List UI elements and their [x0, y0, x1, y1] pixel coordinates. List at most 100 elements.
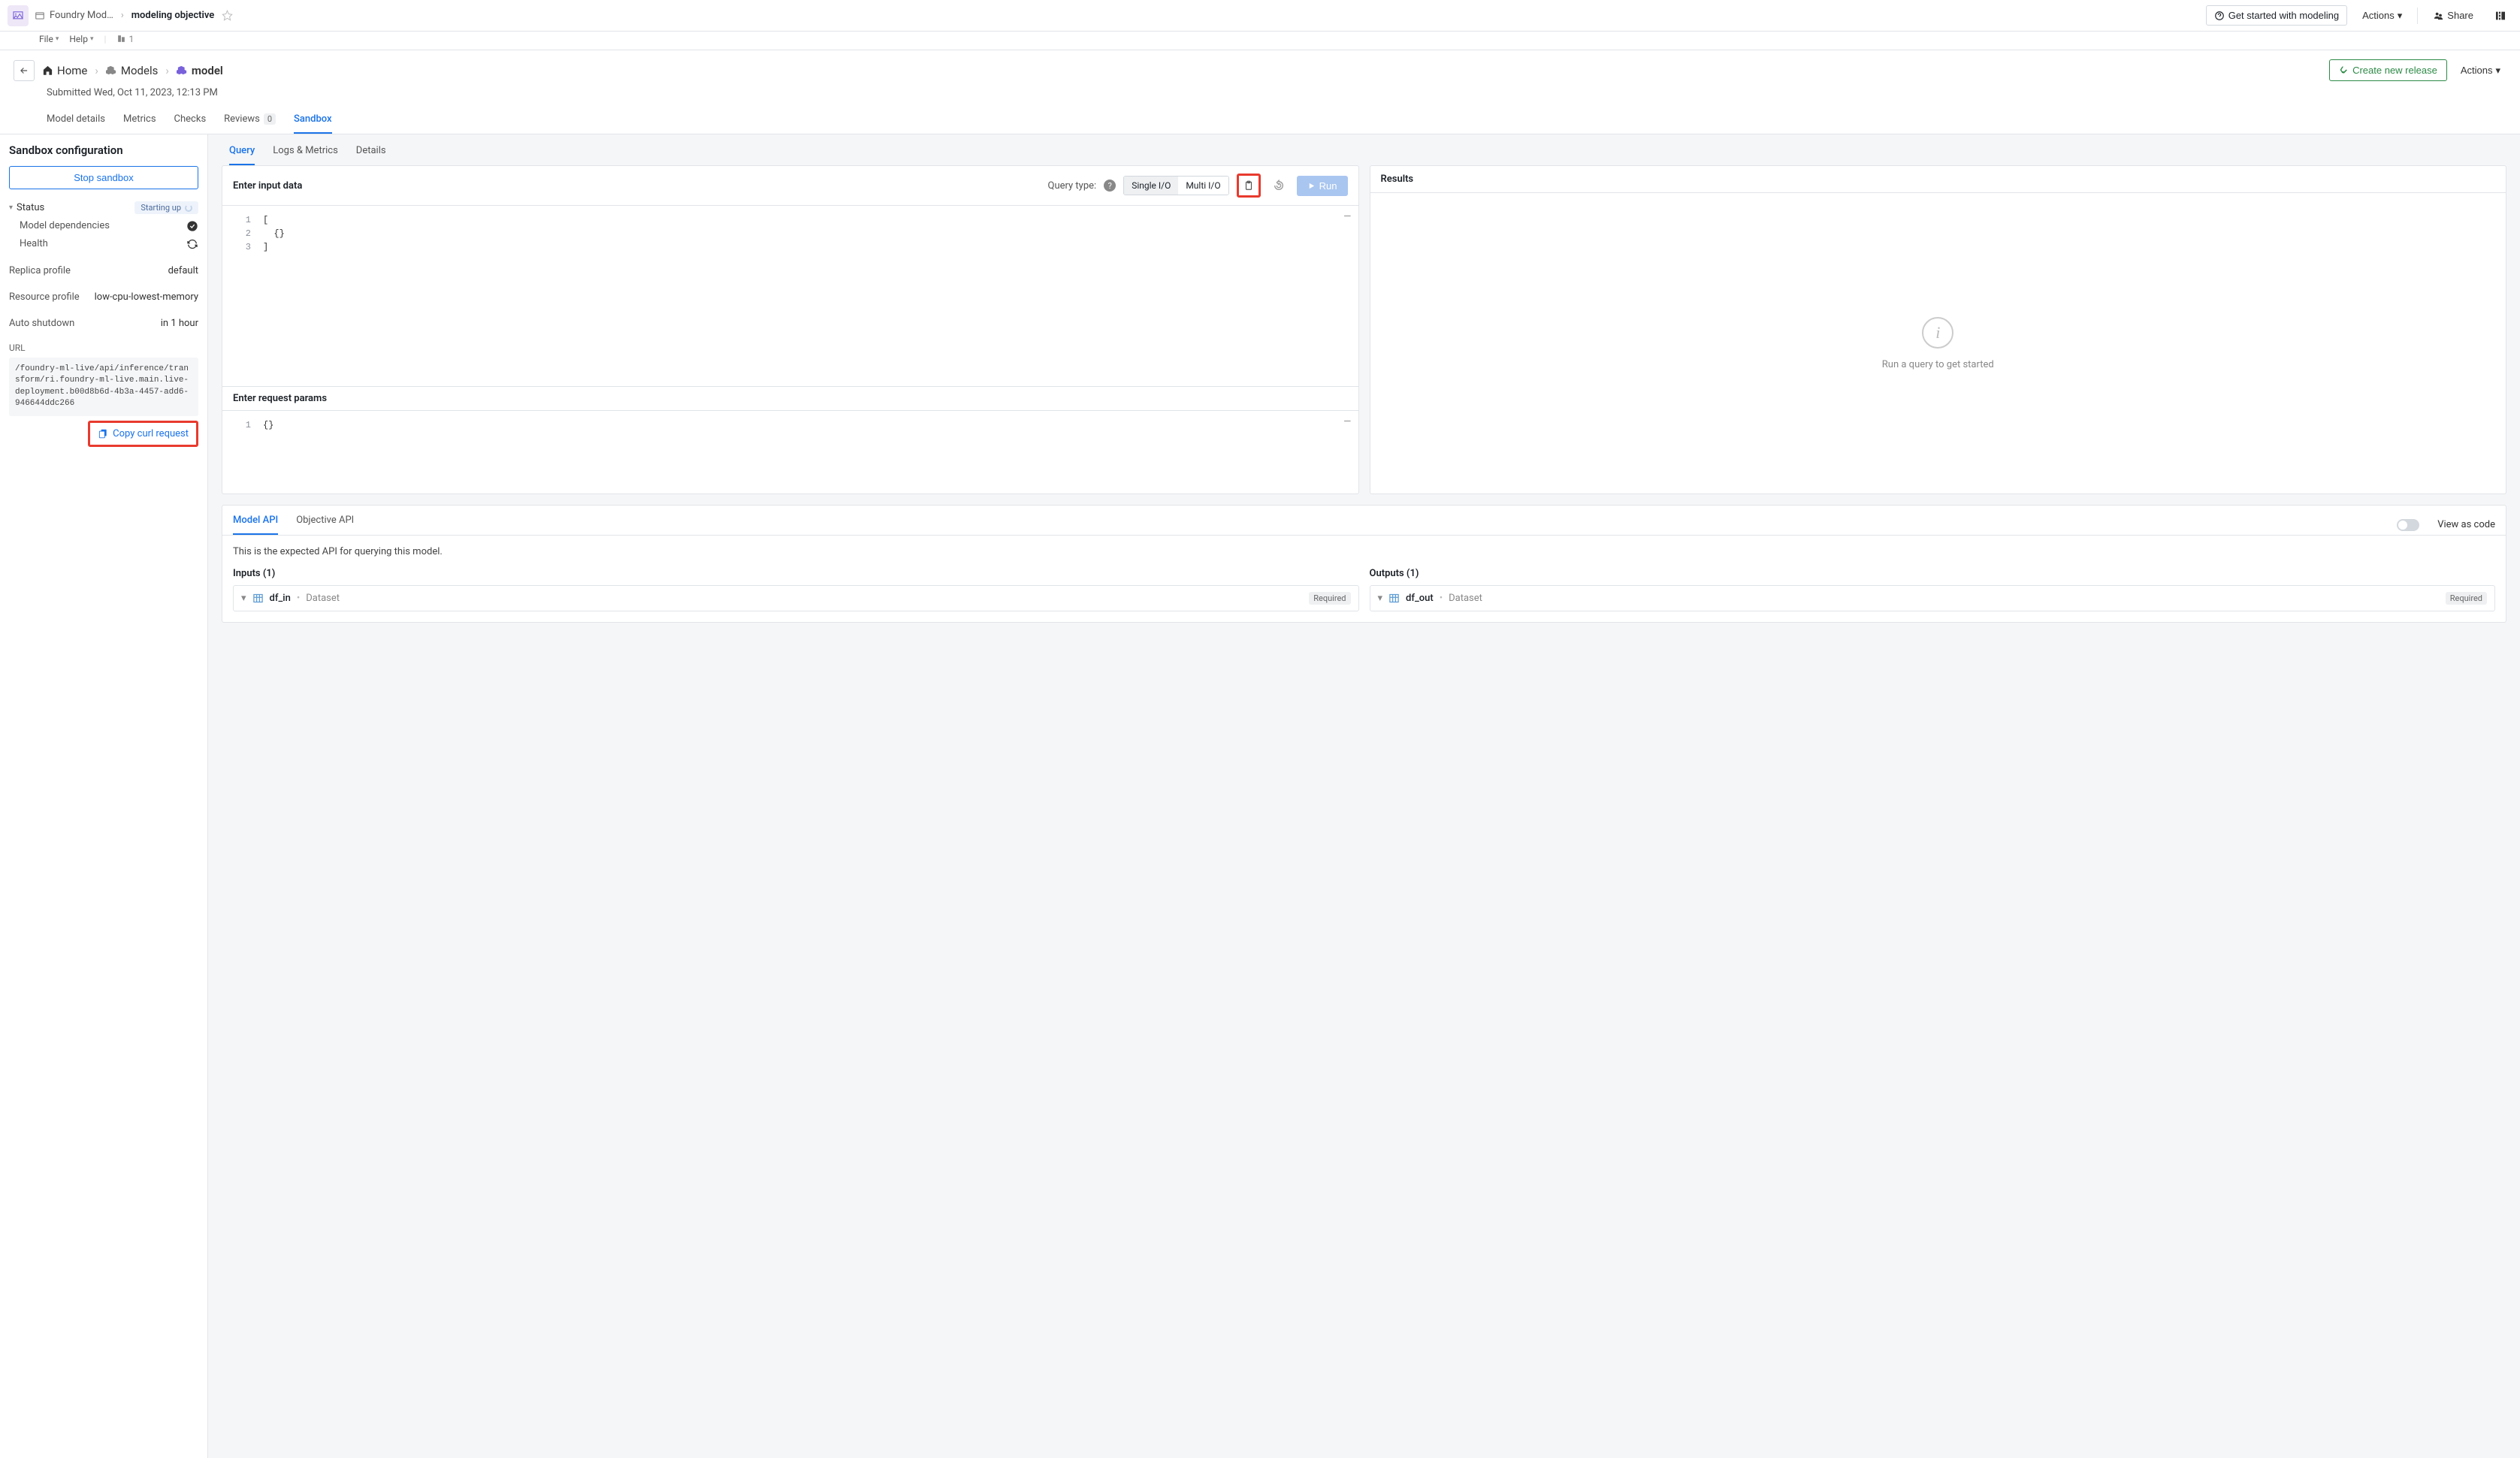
page-header: Home › Models › model Create new release…	[0, 50, 2520, 134]
chevron-down-icon[interactable]: ▾	[241, 593, 246, 604]
breadcrumb-secondary: Home › Models › model	[42, 64, 2322, 77]
main-content: Query Logs & Metrics Details Enter input…	[208, 134, 2520, 1458]
code-content[interactable]: {}	[258, 411, 278, 494]
results-title: Results	[1381, 174, 2496, 185]
sidebar-title: Sandbox configuration	[9, 143, 198, 157]
chevron-down-icon: ▾	[9, 204, 13, 212]
main-tab-logs[interactable]: Logs & Metrics	[273, 145, 338, 165]
api-description: This is the expected API for querying th…	[222, 535, 2506, 568]
chevron-down-icon: ▾	[2495, 65, 2500, 77]
breadcrumb-top: Foundry Mod… › modeling objective	[35, 10, 233, 21]
header-tabs: Model details Metrics Checks Reviews 0 S…	[14, 109, 2506, 134]
tab-checks[interactable]: Checks	[174, 109, 207, 134]
kv-health: Health	[9, 232, 198, 250]
back-button[interactable]	[14, 60, 35, 81]
star-icon[interactable]	[222, 10, 233, 21]
clipboard-button[interactable]	[1237, 174, 1261, 198]
folder-icon	[35, 11, 45, 21]
header-actions-dropdown[interactable]: Actions ▾	[2455, 61, 2506, 80]
dataset-icon	[1388, 593, 1400, 604]
query-type-label: Query type:	[1048, 180, 1097, 192]
code-content[interactable]: [ {} ]	[258, 206, 289, 386]
fold-icon[interactable]: —	[1344, 210, 1350, 222]
fold-icon[interactable]: —	[1344, 415, 1350, 427]
url-value[interactable]: /foundry-ml-live/api/inference/transform…	[9, 358, 198, 416]
org-indicator[interactable]: 1	[116, 34, 134, 44]
stop-sandbox-button[interactable]: Stop sandbox	[9, 166, 198, 189]
breadcrumb-home[interactable]: Home	[42, 64, 87, 77]
output-item[interactable]: ▾ df_out • Dataset Required	[1370, 585, 2496, 611]
tab-metrics[interactable]: Metrics	[123, 109, 156, 134]
app-icon[interactable]	[8, 5, 29, 26]
input-item[interactable]: ▾ df_in • Dataset Required	[233, 585, 1359, 611]
chevron-down-icon: ▾	[90, 35, 94, 43]
input-data-editor[interactable]: 123 [ {} ] —	[222, 206, 1358, 386]
file-menu[interactable]: File▾	[39, 34, 59, 44]
inputs-heading: Inputs (1)	[233, 568, 1359, 579]
chevron-down-icon: ▾	[2398, 10, 2403, 22]
actions-dropdown[interactable]: Actions ▾	[2356, 6, 2408, 26]
sidebar: Sandbox configuration Stop sandbox ▾Stat…	[0, 134, 208, 1458]
help-icon[interactable]: ?	[1104, 180, 1116, 192]
panel-toggle-icon[interactable]	[2488, 6, 2512, 26]
main-tabs: Query Logs & Metrics Details	[222, 134, 2506, 165]
api-tab-objective[interactable]: Objective API	[296, 515, 354, 535]
chevron-down-icon[interactable]: ▾	[1378, 593, 1383, 604]
tab-model-details[interactable]: Model details	[47, 109, 105, 134]
required-badge: Required	[1309, 592, 1350, 605]
main-tab-query[interactable]: Query	[229, 145, 255, 165]
request-params-title: Enter request params	[222, 386, 1358, 411]
tab-reviews[interactable]: Reviews 0	[224, 109, 276, 134]
query-card: Enter input data Query type: ? Single I/…	[222, 165, 1359, 494]
chevron-right-icon: ›	[95, 64, 98, 77]
api-card: Model API Objective API View as code Thi…	[222, 505, 2506, 623]
query-type-segmented: Single I/O Multi I/O	[1123, 176, 1228, 195]
submitted-timestamp: Submitted Wed, Oct 11, 2023, 12:13 PM	[14, 81, 2506, 109]
info-icon: i	[1922, 317, 1953, 349]
breadcrumb-models[interactable]: Models	[106, 64, 158, 77]
breadcrumb-current[interactable]: modeling objective	[131, 10, 215, 21]
copy-curl-button[interactable]: Copy curl request	[88, 421, 198, 447]
get-started-button[interactable]: Get started with modeling	[2206, 5, 2347, 26]
chevron-right-icon: ›	[165, 64, 169, 77]
status-chip: Starting up	[134, 201, 198, 214]
get-started-label: Get started with modeling	[2228, 10, 2339, 21]
kv-resource-profile: Resource profile low-cpu-lowest-memory	[9, 285, 198, 303]
main-tab-details[interactable]: Details	[356, 145, 386, 165]
menubar: File▾ Help▾ | 1	[0, 31, 2520, 50]
kv-auto-shutdown: Auto shutdown in 1 hour	[9, 312, 198, 329]
gutter: 123	[222, 206, 258, 386]
reset-button[interactable]	[1268, 175, 1289, 196]
status-section-header[interactable]: ▾Status Starting up	[9, 201, 198, 214]
run-button[interactable]: Run	[1297, 176, 1348, 196]
kv-replica-profile: Replica profile default	[9, 259, 198, 276]
refresh-icon[interactable]	[186, 238, 198, 250]
chevron-down-icon: ▾	[56, 35, 59, 43]
chevron-right-icon: ›	[118, 10, 127, 21]
required-badge: Required	[2446, 592, 2487, 605]
topbar: Foundry Mod… › modeling objective Get st…	[0, 0, 2520, 32]
share-button[interactable]: Share	[2427, 6, 2479, 25]
outputs-heading: Outputs (1)	[1370, 568, 2496, 579]
reviews-count-badge: 0	[264, 113, 276, 125]
breadcrumb-root[interactable]: Foundry Mod…	[50, 10, 113, 21]
input-data-title: Enter input data	[233, 180, 1041, 192]
breadcrumb-model[interactable]: model	[177, 64, 223, 77]
results-card: Results i Run a query to get started	[1370, 165, 2507, 494]
view-as-code-toggle[interactable]	[2397, 519, 2419, 531]
multi-io-button[interactable]: Multi I/O	[1178, 177, 1228, 195]
url-label: URL	[9, 343, 198, 353]
spinner-icon	[185, 204, 192, 212]
tab-sandbox[interactable]: Sandbox	[294, 109, 332, 134]
help-menu[interactable]: Help▾	[69, 34, 93, 44]
results-hint: Run a query to get started	[1882, 359, 1994, 370]
view-as-code-label: View as code	[2437, 519, 2495, 530]
request-params-editor[interactable]: 1 {} —	[222, 411, 1358, 494]
api-tab-model[interactable]: Model API	[233, 515, 278, 535]
kv-model-dependencies: Model dependencies	[9, 214, 198, 232]
gutter: 1	[222, 411, 258, 494]
create-release-button[interactable]: Create new release	[2329, 59, 2447, 81]
single-io-button[interactable]: Single I/O	[1124, 177, 1178, 195]
divider	[2417, 8, 2418, 24]
check-circle-icon	[186, 220, 198, 232]
